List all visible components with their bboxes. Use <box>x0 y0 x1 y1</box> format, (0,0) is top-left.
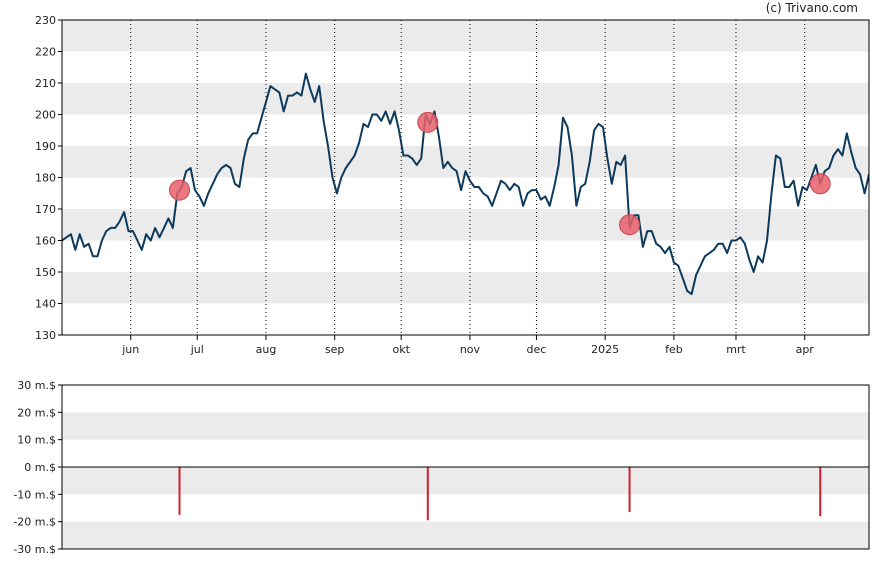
volume-y-tick-label: -30 m.$ <box>13 543 56 556</box>
volume-y-tick-label: 10 m.$ <box>17 434 56 447</box>
price-band <box>62 209 869 241</box>
price-y-tick-label: 210 <box>35 77 56 90</box>
price-y-tick-label: 150 <box>35 266 56 279</box>
transaction-marker <box>809 173 831 195</box>
month-tick-label: jul <box>190 343 204 356</box>
month-tick-label: nov <box>460 343 481 356</box>
price-y-tick-label: 190 <box>35 140 56 153</box>
price-y-tick-label: 140 <box>35 298 56 311</box>
transaction-marker <box>169 179 191 201</box>
transaction-marker <box>619 214 641 236</box>
month-tick-label: aug <box>256 343 277 356</box>
month-tick-label: jun <box>121 343 139 356</box>
price-band <box>62 272 869 304</box>
month-tick-label: 2025 <box>591 343 619 356</box>
volume-y-tick-label: -20 m.$ <box>13 516 56 529</box>
volume-y-tick-label: 0 m.$ <box>24 461 56 474</box>
price-band <box>62 83 869 115</box>
month-tick-label: apr <box>796 343 815 356</box>
volume-y-tick-label: -10 m.$ <box>13 488 56 501</box>
price-y-tick-label: 180 <box>35 172 56 185</box>
transaction-marker <box>417 111 439 133</box>
price-y-tick-label: 130 <box>35 329 56 342</box>
price-y-tick-label: 220 <box>35 46 56 59</box>
price-chart-bands <box>62 20 869 304</box>
price-band <box>62 20 869 52</box>
volume-band <box>62 412 869 440</box>
price-and-transactions-chart: jun jul aug sep okt nov dec 2025 feb mrt apr 130 140… <box>13 14 870 556</box>
month-tick-label: feb <box>665 343 683 356</box>
month-tick-label: sep <box>325 343 344 356</box>
month-tick-label: mrt <box>726 343 746 356</box>
volume-band <box>62 521 869 549</box>
month-tick-label: dec <box>527 343 547 356</box>
volume-chart-bands <box>62 412 869 549</box>
price-y-tick-label: 160 <box>35 235 56 248</box>
price-y-tick-label: 230 <box>35 14 56 27</box>
price-y-tick-label: 200 <box>35 109 56 122</box>
price-chart-axes: jun jul aug sep okt nov dec 2025 feb mrt apr 130 140… <box>35 14 870 356</box>
volume-y-tick-label: 30 m.$ <box>17 379 56 392</box>
price-y-tick-label: 170 <box>35 203 56 216</box>
volume-band <box>62 467 869 495</box>
volume-y-tick-label: 20 m.$ <box>17 406 56 419</box>
month-tick-label: okt <box>392 343 410 356</box>
